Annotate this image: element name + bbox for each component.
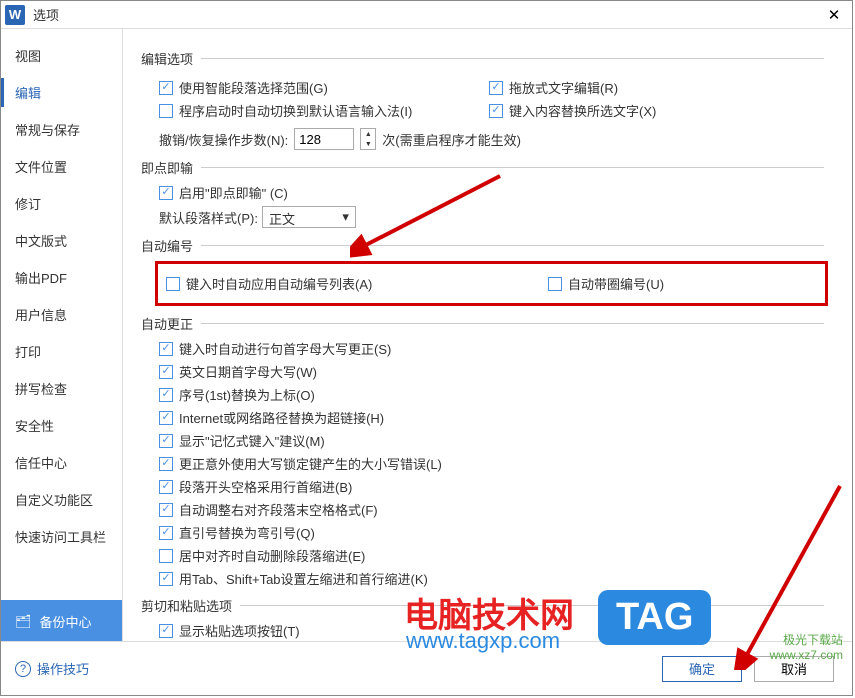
titlebar: W 选项 ✕ [1,1,852,29]
nav-output-pdf[interactable]: 输出PDF [1,259,122,296]
group-autonum-title: 自动编号 [141,236,193,255]
nav-revision[interactable]: 修订 [1,185,122,222]
chk-caps-error[interactable] [159,457,173,471]
lbl-para-style: 默认段落样式(P): [159,208,258,227]
chk-enable-click-type[interactable] [159,186,173,200]
ok-button[interactable]: 确定 [662,656,742,682]
nav-user-info[interactable]: 用户信息 [1,296,122,333]
cancel-button[interactable]: 取消 [754,656,834,682]
nav-quick-access[interactable]: 快速访问工具栏 [1,518,122,555]
help-link[interactable]: ? 操作技巧 [15,659,89,678]
lbl-right-align: 自动调整右对齐段落末空格格式(F) [179,500,378,519]
chk-drag-text[interactable] [489,81,503,95]
highlight-box: 键入时自动应用自动编号列表(A) 自动带圈编号(U) [155,261,828,306]
help-icon: ? [15,661,31,677]
chk-mem-type[interactable] [159,434,173,448]
nav-file-location[interactable]: 文件位置 [1,148,122,185]
group-autofix-title: 自动更正 [141,314,193,333]
nav-security[interactable]: 安全性 [1,407,122,444]
nav-custom-ribbon[interactable]: 自定义功能区 [1,481,122,518]
group-click-title: 即点即输 [141,158,193,177]
nav-spellcheck[interactable]: 拼写检查 [1,370,122,407]
lbl-cap-day: 英文日期首字母大写(W) [179,362,317,381]
nav-print[interactable]: 打印 [1,333,122,370]
chk-show-paste[interactable] [159,624,173,638]
chk-del-indent[interactable] [159,549,173,563]
lbl-enable-click-type: 启用"即点即输" (C) [179,183,288,202]
chk-right-align[interactable] [159,503,173,517]
lbl-show-paste: 显示粘贴选项按钮(T) [179,621,300,640]
chk-cap-first[interactable] [159,342,173,356]
window-title: 选项 [33,5,820,24]
lbl-ime-switch: 程序启动时自动切换到默认语言输入法(I) [179,101,412,120]
lbl-replace-selection: 键入内容替换所选文字(X) [509,101,656,120]
lbl-cap-first: 键入时自动进行句首字母大写更正(S) [179,339,391,358]
close-icon[interactable]: ✕ [820,5,848,25]
lbl-smart-selection: 使用智能段落选择范围(G) [179,78,328,97]
lbl-caps-error: 更正意外使用大写锁定键产生的大小写错误(L) [179,454,442,473]
chk-auto-number-list[interactable] [166,277,180,291]
lbl-mem-type: 显示"记忆式键入"建议(M) [179,431,325,450]
chk-tab-indent[interactable] [159,572,173,586]
input-undo-steps[interactable] [294,128,354,150]
nav-trust-center[interactable]: 信任中心 [1,444,122,481]
backup-icon: 🗂 [15,614,32,630]
chk-replace-selection[interactable] [489,104,503,118]
spin-up-icon[interactable]: ▲ [361,129,375,139]
undo-spinner[interactable]: ▲▼ [360,128,376,150]
lbl-auto-number-list: 键入时自动应用自动编号列表(A) [186,274,372,293]
lbl-ord-sup: 序号(1st)替换为上标(O) [179,385,315,404]
lbl-drag-text: 拖放式文字编辑(R) [509,78,618,97]
chk-quotes[interactable] [159,526,173,540]
group-paste-title: 剪切和粘贴选项 [141,596,232,615]
footer: ? 操作技巧 确定 取消 [1,641,852,695]
chk-ord-sup[interactable] [159,388,173,402]
backup-label: 备份中心 [40,612,92,631]
spin-down-icon[interactable]: ▼ [361,139,375,149]
chk-cap-day[interactable] [159,365,173,379]
lbl-url-link: Internet或网络路径替换为超链接(H) [179,408,384,427]
content-panel: 编辑选项 使用智能段落选择范围(G) 程序启动时自动切换到默认语言输入法(I) … [123,29,852,643]
chk-indent-space[interactable] [159,480,173,494]
backup-center-button[interactable]: 🗂 备份中心 [1,600,122,643]
group-edit-title: 编辑选项 [141,49,193,68]
sidebar: 视图 编辑 常规与保存 文件位置 修订 中文版式 输出PDF 用户信息 打印 拼… [1,29,123,643]
lbl-del-indent: 居中对齐时自动删除段落缩进(E) [179,546,365,565]
chk-url-link[interactable] [159,411,173,425]
lbl-tab-indent: 用Tab、Shift+Tab设置左缩进和首行缩进(K) [179,569,428,588]
nav-cjk-layout[interactable]: 中文版式 [1,222,122,259]
select-para-style[interactable]: 正文 [262,206,356,228]
chk-smart-selection[interactable] [159,81,173,95]
nav-edit[interactable]: 编辑 [1,74,122,111]
lbl-quotes: 直引号替换为弯引号(Q) [179,523,315,542]
nav-view[interactable]: 视图 [1,37,122,74]
nav-general-save[interactable]: 常规与保存 [1,111,122,148]
lbl-auto-circle-number: 自动带圈编号(U) [568,274,664,293]
help-label: 操作技巧 [37,659,89,678]
lbl-indent-space: 段落开头空格采用行首缩进(B) [179,477,352,496]
chk-ime-switch[interactable] [159,104,173,118]
app-icon: W [5,5,25,25]
lbl-undo-steps: 撤销/恢复操作步数(N): [159,130,288,149]
lbl-undo-suffix: 次(需重启程序才能生效) [382,130,521,149]
chk-auto-circle-number[interactable] [548,277,562,291]
